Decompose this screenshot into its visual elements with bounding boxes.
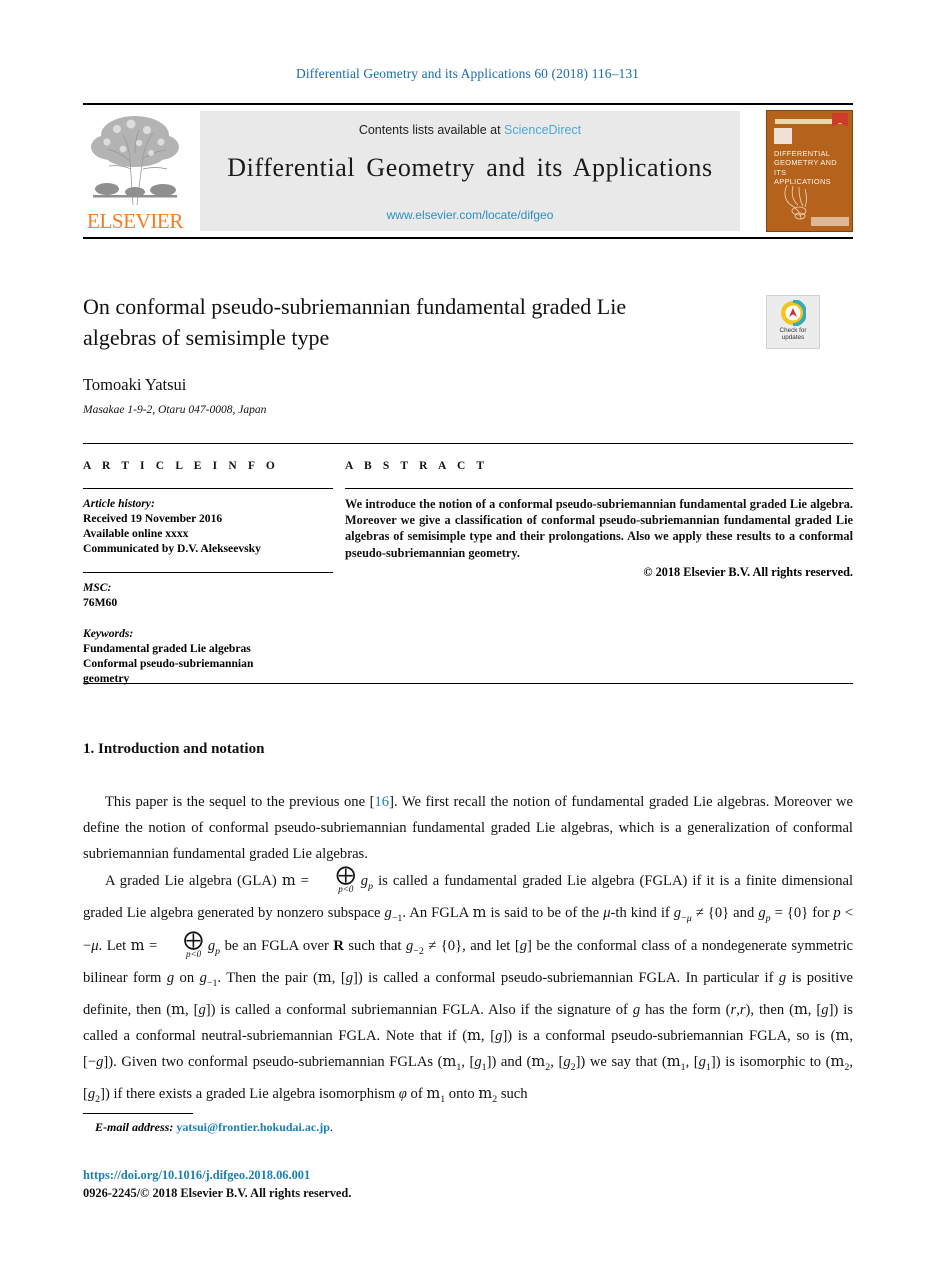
elsevier-tree-icon xyxy=(87,109,183,209)
article-info-rule xyxy=(83,488,333,489)
author-affiliation: Masakae 1-9-2, Otaru 047-0008, Japan xyxy=(83,404,267,416)
journal-cover-thumbnail: DIFFERENTIAL GEOMETRY AND ITS APPLICATIO… xyxy=(766,110,853,232)
section-heading: 1. Introduction and notation xyxy=(83,741,265,757)
msc-rule xyxy=(83,572,333,573)
citation-link-16[interactable]: 16 xyxy=(374,794,389,810)
crossmark-label: Check for updates xyxy=(767,327,819,342)
divider-top xyxy=(83,443,853,444)
keyword-item-2: Conformal pseudo-subriemannian xyxy=(83,657,254,670)
abstract-copyright: © 2018 Elsevier B.V. All rights reserved… xyxy=(643,564,853,579)
article-history-communicated: Communicated by D.V. Alekseevsky xyxy=(83,542,261,555)
line-art-figure-icon xyxy=(779,183,827,221)
journal-title: Differential Geometry and its Applicatio… xyxy=(227,153,713,182)
keyword-item-1: Fundamental graded Lie algebras xyxy=(83,642,251,655)
contents-box: Contents lists available at ScienceDirec… xyxy=(200,111,740,231)
abstract-rule xyxy=(345,488,853,489)
article-history-block: Article history: Received 19 November 20… xyxy=(83,496,333,556)
article-history-online: Available online xxxx xyxy=(83,527,189,540)
running-head: Differential Geometry and its Applicatio… xyxy=(295,66,640,81)
cover-title-line-1: DIFFERENTIAL xyxy=(774,149,831,158)
elsevier-logo: ELSEVIER xyxy=(83,109,187,233)
footnote-rule xyxy=(83,1113,193,1114)
crossmark-line-2: updates xyxy=(781,334,805,342)
email-period: . xyxy=(329,1120,333,1134)
article-page: Differential Geometry and its Applicatio… xyxy=(0,0,935,1266)
msc-value: 76M60 xyxy=(83,596,118,609)
keyword-item-3: geometry xyxy=(83,672,130,685)
doi-link[interactable]: https://doi.org/10.1016/j.difgeo.2018.06… xyxy=(83,1168,310,1183)
cover-title-line-2: GEOMETRY AND ITS xyxy=(774,158,837,177)
journal-url-link[interactable]: www.elsevier.com/locate/difgeo xyxy=(200,208,740,222)
msc-block: MSC: 76M60 xyxy=(83,580,333,610)
author-name: Tomoaki Yatsui xyxy=(83,375,187,394)
issn-copyright: 0926-2245/© 2018 Elsevier B.V. All right… xyxy=(83,1186,352,1200)
body-content: This paper is the sequel to the previous… xyxy=(83,789,853,1113)
crossmark-line-1: Check for xyxy=(779,327,807,334)
paragraph-intro-part1: This paper is the sequel to the previous… xyxy=(105,794,375,810)
crossmark-badge[interactable]: Check for updates xyxy=(766,295,820,349)
article-info-heading: A R T I C L E I N F O xyxy=(83,460,279,472)
paragraph-intro: This paper is the sequel to the previous… xyxy=(83,789,853,867)
msc-label: MSC: xyxy=(83,581,112,594)
page-title: On conformal pseudo-subriemannian fundam… xyxy=(83,294,627,350)
cover-red-ribbon xyxy=(832,113,848,127)
cover-footer-mark xyxy=(811,217,849,226)
abstract-column: A B S T R A C T We introduce the notion … xyxy=(345,460,853,581)
article-history-label: Article history: xyxy=(83,497,155,510)
crossmark-icon xyxy=(780,299,807,327)
article-history-received: Received 19 November 2016 xyxy=(83,512,223,525)
keywords-block: Keywords: Fundamental graded Lie algebra… xyxy=(83,626,333,686)
email-label: E-mail address: xyxy=(95,1120,174,1134)
cover-title-text: DIFFERENTIAL GEOMETRY AND ITS APPLICATIO… xyxy=(774,149,848,187)
abstract-text: We introduce the notion of a conformal p… xyxy=(345,497,853,560)
sciencedirect-link[interactable]: ScienceDirect xyxy=(504,123,581,137)
contents-prefix: Contents lists available at xyxy=(358,123,501,137)
journal-masthead: ELSEVIER Contents lists available at Sci… xyxy=(83,103,853,239)
keywords-label: Keywords: xyxy=(83,627,134,640)
email-link[interactable]: yatsui@frontier.hokudai.ac.jp xyxy=(176,1120,330,1134)
contents-available-line: Contents lists available at ScienceDirec… xyxy=(200,123,740,137)
paragraph-definitions: A graded Lie algebra (GLA) m = ⨁ p<0 gp i… xyxy=(83,864,854,1105)
article-info-column: A R T I C L E I N F O Article history: R… xyxy=(83,460,333,688)
abstract-heading: A B S T R A C T xyxy=(345,460,489,472)
elsevier-mini-icon xyxy=(774,128,792,144)
elsevier-wordmark: ELSEVIER xyxy=(87,209,183,233)
footnote-email: E-mail address: yatsui@frontier.hokudai.… xyxy=(95,1120,333,1135)
